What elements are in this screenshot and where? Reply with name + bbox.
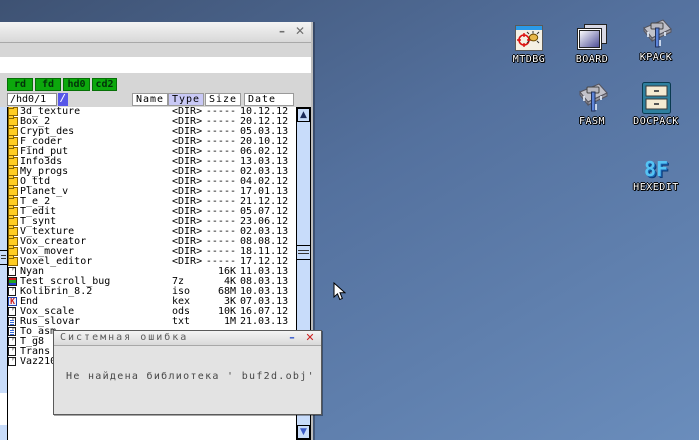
dialog-minimize-button[interactable]: – — [285, 331, 299, 344]
desktop-icon-fasm[interactable]: FASM — [560, 82, 624, 128]
folder-icon — [8, 255, 18, 266]
hammer-icon — [560, 82, 624, 114]
desktop-icon-label: MTDBG — [512, 54, 546, 65]
text-icon — [8, 327, 16, 336]
scroll-down-icon[interactable]: ▼ — [297, 425, 310, 439]
file-icon — [8, 307, 16, 316]
cabinet-icon — [624, 82, 688, 114]
text-icon — [8, 317, 16, 326]
dialog-close-icon[interactable]: ✕ — [303, 331, 317, 344]
drive-button-row: rd fd hd0 cd2 — [0, 78, 311, 91]
toolbar-band — [0, 43, 311, 57]
left-scrollbar[interactable] — [0, 107, 8, 440]
desktop-icon-docpack[interactable]: DOCPACK — [624, 82, 688, 128]
archive-icon — [8, 277, 17, 286]
error-dialog: Системная ошибка – ✕ Не найдена библиоте… — [53, 330, 322, 415]
scrollbar-track[interactable] — [0, 265, 7, 393]
file-size: 1M — [223, 316, 236, 327]
desktop-icon-label: FASM — [578, 116, 606, 127]
mtdbg-icon — [497, 20, 561, 52]
error-message: Не найдена библиотека ' buf2d.obj' — [66, 371, 315, 382]
scrollbar-track[interactable] — [0, 107, 7, 250]
hexedit-8f-icon: 8F — [643, 157, 669, 181]
drive-button-rd[interactable]: rd — [7, 78, 33, 91]
desktop-icon-kpack[interactable]: KPACK — [624, 18, 688, 64]
menu-band — [0, 57, 311, 73]
file-icon — [8, 337, 16, 346]
column-header-date[interactable]: Date — [244, 93, 294, 106]
file-icon — [8, 347, 16, 356]
file-date: 21.03.13 — [240, 316, 289, 327]
file-type: txt — [172, 316, 191, 327]
scrollbar-thumb[interactable] — [0, 250, 7, 265]
drive-button-cd2[interactable]: cd2 — [92, 78, 117, 91]
file-icon — [8, 357, 16, 366]
drive-button-fd[interactable]: fd — [35, 78, 61, 91]
desktop-icon-hexedit[interactable]: 8F HEXEDIT — [624, 148, 688, 194]
path-input[interactable]: /hd0/1 — [7, 93, 57, 106]
hammer-icon — [624, 18, 688, 50]
dialog-title: Системная ошибка — [60, 332, 189, 343]
desktop-icon-board[interactable]: BOARD — [560, 20, 624, 66]
desktop-icon-mtdbg[interactable]: MTDBG — [497, 20, 561, 66]
column-header-type[interactable]: Type — [168, 93, 204, 106]
desktop-icon-label: DOCPACK — [633, 116, 679, 127]
close-icon[interactable]: ✕ — [293, 24, 307, 39]
drive-button-hd0[interactable]: hd0 — [63, 78, 90, 91]
file-name: Vaz210 — [20, 356, 57, 367]
file-icon — [8, 287, 16, 296]
column-header-size[interactable]: Size — [205, 93, 241, 106]
root-slash-button[interactable]: / — [58, 93, 68, 106]
scrollbar-track[interactable] — [0, 425, 7, 440]
dialog-title-bar[interactable]: Системная ошибка – ✕ — [54, 331, 321, 346]
path-row: /hd0/1 / Name Type Size Date — [0, 93, 311, 106]
mouse-cursor — [333, 281, 347, 305]
desktop-icon-label: BOARD — [575, 54, 609, 65]
desktop-icon-label: HEXEDIT — [633, 182, 679, 193]
minimize-button[interactable]: – — [275, 24, 289, 39]
board-icon — [560, 20, 624, 52]
scroll-up-icon[interactable]: ▲ — [297, 108, 310, 122]
file-icon — [8, 267, 16, 276]
column-header-name[interactable]: Name — [132, 93, 168, 106]
scrollbar-thumb[interactable] — [297, 245, 310, 260]
desktop: MTDBG BOARD KPACK FASM DOCPACK 8F HEXEDI… — [0, 0, 699, 440]
kolibri-icon — [8, 297, 17, 306]
desktop-icon-label: KPACK — [639, 52, 673, 63]
window-title-bar[interactable]: – ✕ — [0, 22, 311, 43]
